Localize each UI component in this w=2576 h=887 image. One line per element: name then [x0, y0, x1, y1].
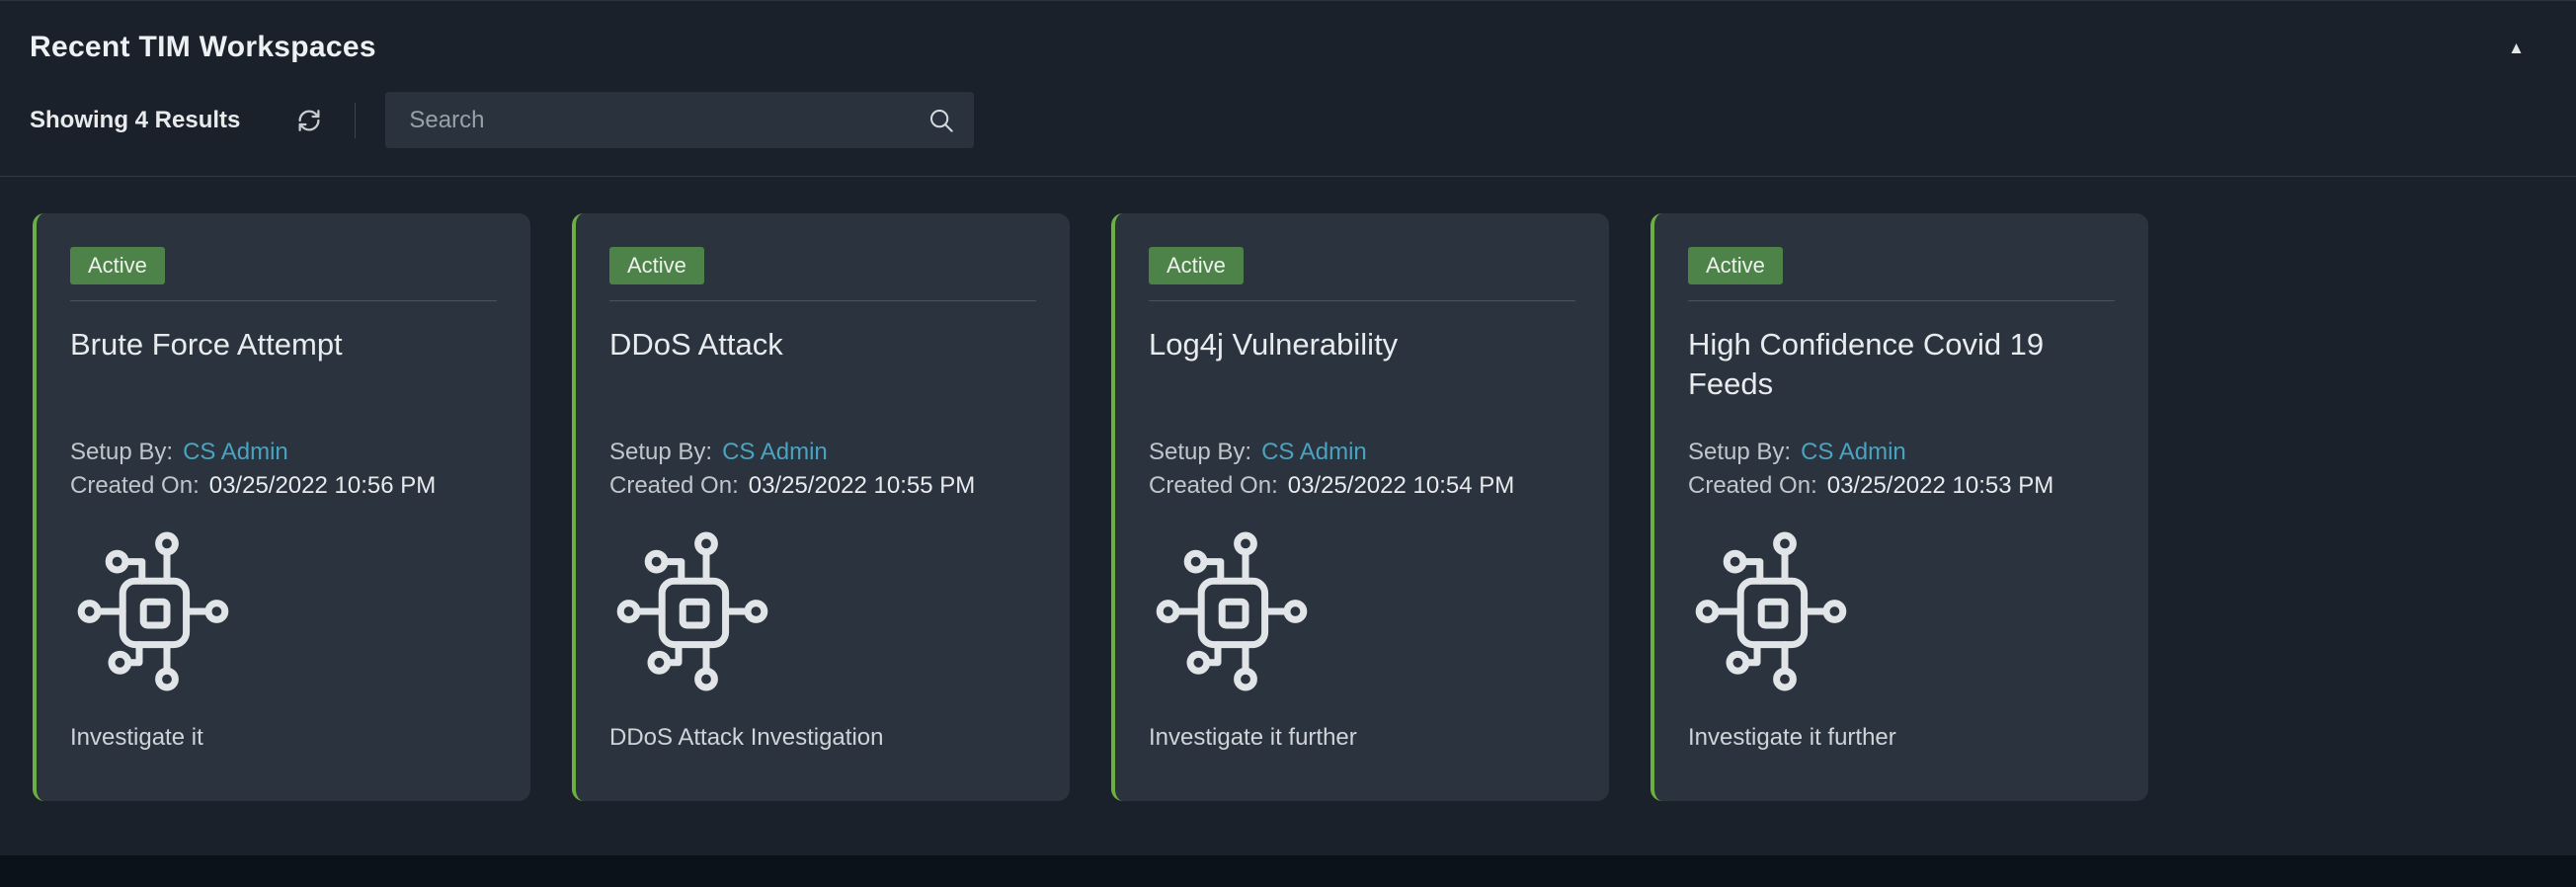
workspace-title: Log4j Vulnerability — [1149, 325, 1575, 436]
badge-row: Active — [70, 247, 497, 301]
circuit-chip-icon — [70, 528, 236, 694]
created-on-value: 03/25/2022 10:53 PM — [1827, 472, 2054, 499]
workspace-meta: Setup By: CS Admin Created On: 03/25/2022 … — [1688, 436, 2115, 503]
panel-header: Recent TIM Workspaces ▲ — [0, 1, 2576, 64]
badge-row: Active — [609, 247, 1036, 301]
recent-tim-workspaces-panel: Recent TIM Workspaces ▲ Showing 4 Result… — [0, 0, 2576, 855]
workspace-description: Investigate it — [70, 724, 497, 752]
setup-by-link[interactable]: CS Admin — [1261, 439, 1367, 465]
caret-up-icon: ▲ — [2508, 39, 2525, 57]
created-on-value: 03/25/2022 10:56 PM — [209, 472, 437, 499]
results-count: Showing 4 Results — [30, 107, 240, 134]
workspace-meta: Setup By: CS Admin Created On: 03/25/2022 … — [1149, 436, 1575, 503]
toolbar: Showing 4 Results — [0, 64, 2576, 148]
workspace-meta: Setup By: CS Admin Created On: 03/25/2022 … — [70, 436, 497, 503]
status-badge: Active — [1149, 247, 1244, 284]
search-input[interactable] — [407, 106, 926, 135]
panel-title: Recent TIM Workspaces — [30, 31, 376, 64]
workspace-title: DDoS Attack — [609, 325, 1036, 436]
circuit-chip-icon — [609, 528, 775, 694]
workspace-meta: Setup By: CS Admin Created On: 03/25/2022 … — [609, 436, 1036, 503]
created-on-value: 03/25/2022 10:55 PM — [749, 472, 976, 499]
setup-by-label: Setup By: — [1688, 439, 1791, 465]
refresh-icon — [294, 106, 324, 135]
setup-by-label: Setup By: — [609, 439, 712, 465]
circuit-chip-icon — [1149, 528, 1315, 694]
toolbar-divider-vertical — [355, 103, 356, 138]
search-icon[interactable] — [926, 106, 956, 135]
workspace-card[interactable]: Active DDoS Attack Setup By: CS Admin Cre… — [572, 213, 1070, 801]
created-on-label: Created On: — [1688, 472, 1817, 499]
workspace-card[interactable]: Active Brute Force Attempt Setup By: CS A… — [33, 213, 530, 801]
workspace-description: DDoS Attack Investigation — [609, 724, 1036, 752]
created-on-label: Created On: — [70, 472, 200, 499]
badge-row: Active — [1149, 247, 1575, 301]
created-on-label: Created On: — [1149, 472, 1278, 499]
setup-by-label: Setup By: — [1149, 439, 1251, 465]
workspace-card[interactable]: Active Log4j Vulnerability Setup By: CS A… — [1111, 213, 1609, 801]
workspace-card-list: Active Brute Force Attempt Setup By: CS A… — [0, 177, 2576, 801]
workspace-description: Investigate it further — [1149, 724, 1575, 752]
search-box[interactable] — [385, 92, 974, 148]
workspace-description: Investigate it further — [1688, 724, 2115, 752]
workspace-title: Brute Force Attempt — [70, 325, 497, 436]
status-badge: Active — [1688, 247, 1783, 284]
workspace-card[interactable]: Active High Confidence Covid 19 Feeds Se… — [1650, 213, 2148, 801]
setup-by-label: Setup By: — [70, 439, 173, 465]
circuit-chip-icon — [1688, 528, 1854, 694]
setup-by-link[interactable]: CS Admin — [1801, 439, 1906, 465]
badge-row: Active — [1688, 247, 2115, 301]
created-on-value: 03/25/2022 10:54 PM — [1288, 472, 1515, 499]
refresh-button[interactable] — [291, 103, 327, 138]
status-badge: Active — [70, 247, 165, 284]
workspace-title: High Confidence Covid 19 Feeds — [1688, 325, 2115, 436]
created-on-label: Created On: — [609, 472, 739, 499]
setup-by-link[interactable]: CS Admin — [722, 439, 828, 465]
status-badge: Active — [609, 247, 704, 284]
setup-by-link[interactable]: CS Admin — [183, 439, 288, 465]
collapse-panel-button[interactable]: ▲ — [2504, 36, 2529, 60]
